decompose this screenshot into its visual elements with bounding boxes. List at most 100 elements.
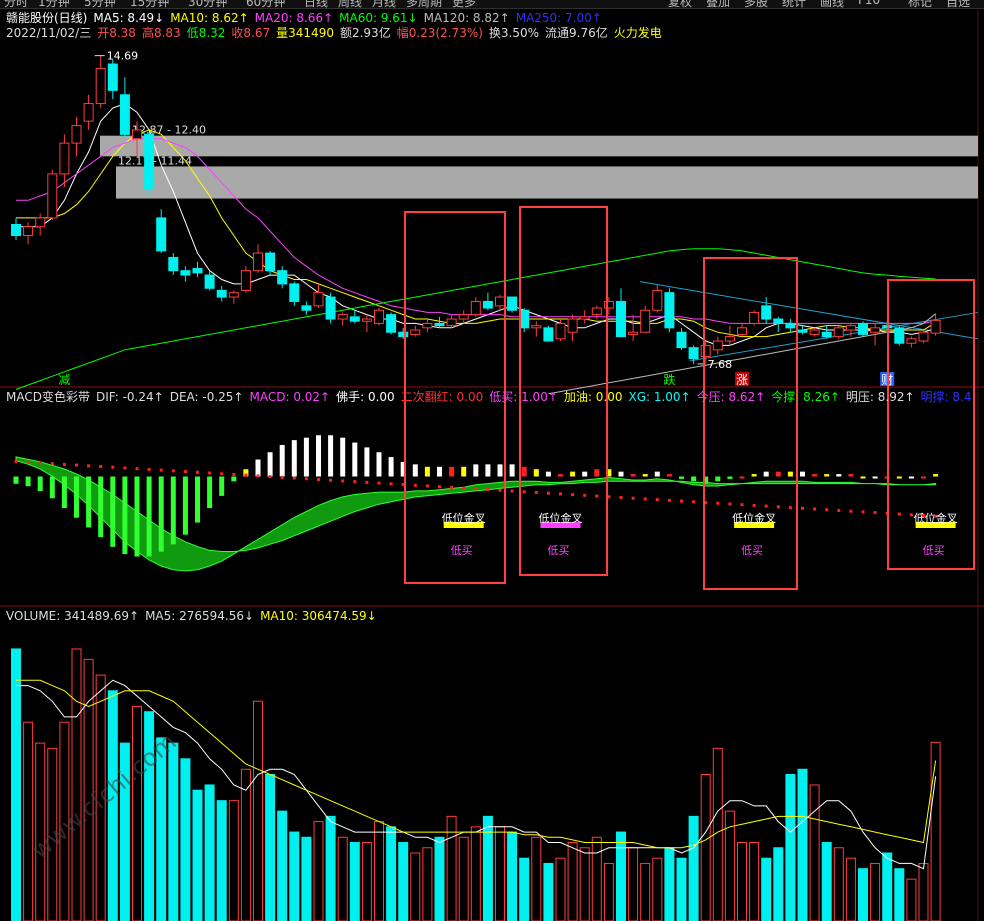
low-buy-label: 低买 bbox=[741, 544, 763, 557]
volume-bar bbox=[688, 815, 699, 921]
volume-bar bbox=[737, 842, 747, 921]
volume-readout: MA5: 276594.56↓ bbox=[145, 609, 255, 623]
candle-body bbox=[700, 344, 711, 357]
macd-histogram-bar bbox=[364, 447, 370, 477]
volume-bar bbox=[749, 842, 760, 921]
volume-bar bbox=[422, 847, 433, 921]
volume-bar bbox=[265, 774, 276, 921]
volume-readout: VOLUME: 341489.69↑ bbox=[6, 609, 140, 623]
macd-histogram-bar bbox=[679, 476, 684, 479]
high-price-label: 14.69 bbox=[107, 50, 139, 63]
candle-body bbox=[446, 318, 457, 327]
candle-body bbox=[507, 296, 518, 311]
candle-body bbox=[482, 300, 493, 309]
macd-histogram-bar bbox=[509, 464, 515, 477]
macd-signal-dot bbox=[317, 478, 320, 481]
macd-signal-dot bbox=[546, 491, 550, 495]
golden-cross-label: 低位金叉 bbox=[732, 511, 776, 525]
macd-signal-dot bbox=[159, 468, 163, 472]
macd-histogram-bar bbox=[303, 437, 309, 477]
candle-body bbox=[144, 133, 155, 190]
macd-histogram-bar bbox=[461, 466, 467, 477]
volume-bar bbox=[192, 789, 203, 921]
macd-histogram-bar bbox=[824, 474, 830, 477]
macd-histogram-bar bbox=[340, 437, 346, 477]
volume-bar bbox=[337, 836, 348, 921]
volume-bar bbox=[216, 800, 227, 921]
candle-body bbox=[591, 307, 602, 316]
candles bbox=[11, 55, 941, 364]
macd-signal-dot bbox=[62, 462, 66, 466]
macd-signal-dot bbox=[667, 498, 671, 502]
candle-body bbox=[35, 217, 46, 228]
macd-signal-dot bbox=[619, 496, 623, 499]
volume-bar bbox=[470, 826, 481, 921]
candle-body bbox=[543, 327, 554, 342]
macd-readout: 今撑: 8.26↑ bbox=[771, 390, 840, 404]
macd-histogram-bar bbox=[267, 452, 273, 477]
macd-histogram-bar bbox=[521, 466, 527, 477]
macd-signal-dot bbox=[377, 481, 381, 485]
macd-histogram-bar bbox=[376, 452, 382, 477]
macd-readout: 明撑: 8.4 bbox=[920, 390, 972, 404]
volume-bar bbox=[313, 821, 324, 921]
volume-bar bbox=[240, 768, 251, 921]
macd-signal-dot bbox=[123, 466, 127, 470]
macd-histogram-bar bbox=[316, 435, 321, 477]
candle-body bbox=[374, 309, 384, 324]
macd-histogram-bar bbox=[13, 476, 19, 484]
macd-readout: 低买: 1.00↑ bbox=[489, 390, 558, 404]
macd-signal-dot bbox=[680, 499, 683, 503]
macd-signal-dot bbox=[740, 503, 744, 507]
candle-body bbox=[11, 223, 21, 236]
candle-body bbox=[216, 289, 227, 298]
volume-bar bbox=[398, 842, 409, 921]
volume-bar bbox=[301, 836, 312, 921]
macd-histogram-bar bbox=[195, 476, 200, 523]
macd-histogram-bar bbox=[207, 476, 213, 509]
candle-body bbox=[809, 329, 820, 335]
volume-bar bbox=[180, 758, 191, 921]
macd-histogram-bar bbox=[630, 474, 636, 477]
macd-histogram-bar bbox=[122, 476, 128, 555]
volume-bar bbox=[724, 810, 735, 921]
volume-bar bbox=[603, 862, 614, 921]
macd-histogram-bar bbox=[25, 476, 31, 487]
volume-bar bbox=[591, 836, 602, 921]
macd-signal-dot bbox=[716, 501, 720, 505]
macd-histogram-bar bbox=[291, 440, 297, 477]
macd-signal-dot bbox=[474, 487, 478, 491]
macd-signal-dot bbox=[909, 513, 913, 517]
stock-chart[interactable]: 12.87 - 12.4012.17 - 11.4414.697.68减跌涨财低… bbox=[0, 0, 984, 921]
macd-histogram-bar bbox=[449, 466, 455, 477]
volume-bar bbox=[253, 700, 263, 921]
macd-readout: 加油: 0.00 bbox=[563, 390, 623, 404]
macd-readout: 二次翻红: 0.00 bbox=[400, 390, 484, 404]
macd-histogram-bar bbox=[896, 476, 902, 479]
macd-readout: DIF: -0.24↑ bbox=[95, 390, 164, 404]
candle-body bbox=[930, 319, 941, 334]
volume-bar bbox=[567, 842, 578, 921]
macd-signal-dot bbox=[425, 484, 429, 488]
volume-bar bbox=[11, 648, 21, 921]
candle-body bbox=[107, 63, 118, 91]
volume-bar bbox=[894, 868, 905, 921]
macd-signal-dot bbox=[256, 474, 260, 478]
macd-signal-dot bbox=[292, 476, 296, 480]
macd-histogram-bar bbox=[666, 474, 672, 477]
macd-histogram-bar bbox=[158, 476, 164, 552]
macd-signal-dot bbox=[87, 464, 91, 468]
candle-body bbox=[749, 311, 760, 324]
macd-histogram-bar bbox=[98, 476, 104, 538]
golden-cross-label: 低位金叉 bbox=[442, 511, 486, 525]
volume-bar bbox=[858, 868, 868, 921]
macd-histogram-bar bbox=[182, 476, 188, 535]
signal-marker: 涨 bbox=[736, 372, 748, 387]
macd-histogram-bar bbox=[691, 476, 697, 482]
volume-bar bbox=[797, 768, 808, 921]
candle-body bbox=[59, 142, 70, 175]
candle-body bbox=[337, 314, 348, 320]
macd-signal-dot bbox=[595, 494, 599, 498]
macd-signal-dot bbox=[99, 465, 103, 469]
candle-body bbox=[531, 325, 542, 329]
